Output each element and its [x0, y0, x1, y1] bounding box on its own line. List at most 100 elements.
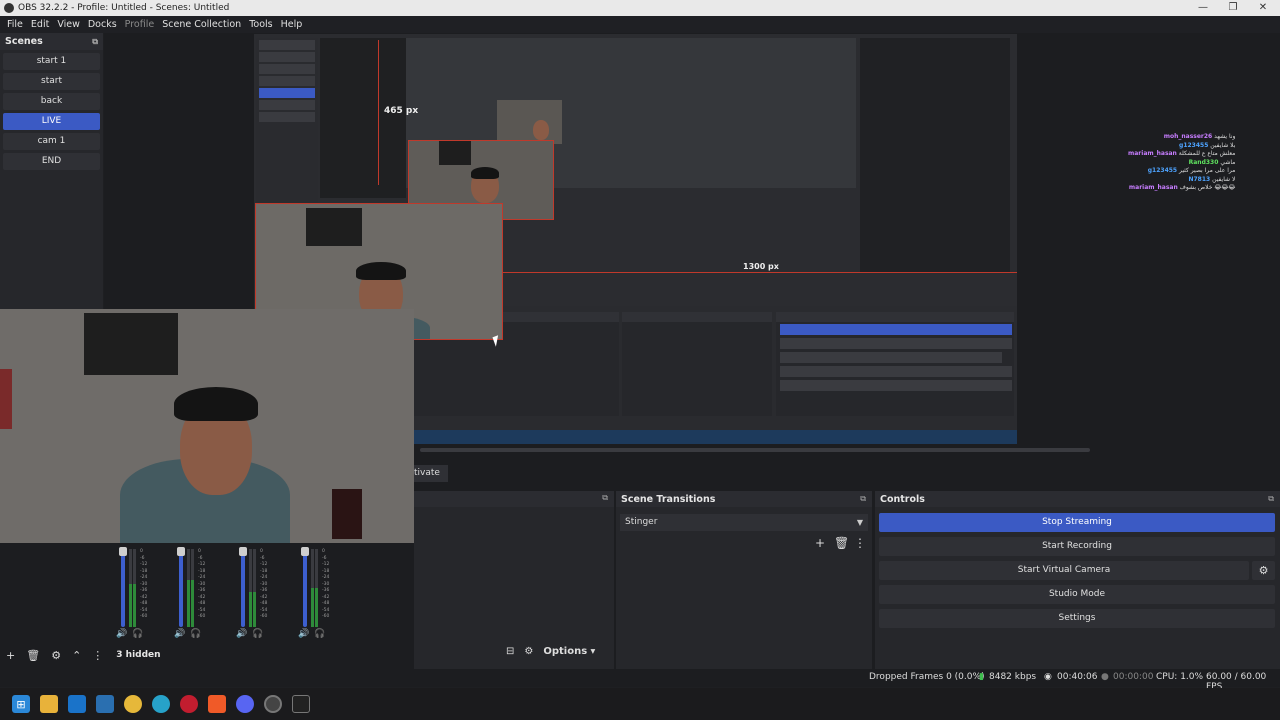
obs-icon[interactable]: [264, 695, 282, 713]
sources-toolbar: + 🗑 ⚙ ⌃ ⋮ 3 hidden: [0, 646, 410, 664]
scene-item-cam-1[interactable]: cam 1: [3, 133, 100, 150]
close-button[interactable]: ✕: [1248, 0, 1278, 16]
file-explorer-icon[interactable]: [40, 695, 58, 713]
monitor-icon[interactable]: 🎧: [314, 629, 325, 639]
meter-tick-label: -36: [198, 588, 206, 593]
brave-icon[interactable]: [208, 695, 226, 713]
menu-help[interactable]: Help: [277, 19, 307, 30]
volume-fader-handle[interactable]: [301, 547, 309, 556]
level-meter: [249, 549, 252, 627]
chat-username: N7813: [1188, 175, 1211, 183]
maximize-button[interactable]: ❐: [1218, 0, 1248, 16]
height-measure-label: 465 px: [384, 106, 419, 116]
undock-icon[interactable]: ⧉: [602, 493, 608, 503]
advanced-audio-icon[interactable]: ⚙: [524, 646, 533, 657]
chrome-icon[interactable]: [124, 695, 142, 713]
monitor-icon[interactable]: 🎧: [252, 629, 263, 639]
remove-source-icon[interactable]: 🗑: [26, 649, 40, 662]
scene-item-live[interactable]: LIVE: [3, 113, 100, 130]
volume-fader[interactable]: [303, 549, 307, 627]
chat-message: مرا على مرا بصير كثير: [1177, 167, 1236, 174]
chevron-down-icon: ▼: [856, 518, 863, 527]
undock-icon[interactable]: ⧉: [92, 37, 98, 47]
mute-icon[interactable]: 🔊: [174, 629, 185, 639]
scene-item-start[interactable]: start: [3, 73, 100, 90]
add-source-icon[interactable]: +: [6, 649, 15, 662]
chat-username: g123455: [1147, 167, 1178, 174]
chat-message: خلاص بشوف 😂😂😂: [1177, 184, 1236, 191]
stop-streaming-button[interactable]: Stop Streaming: [879, 513, 1275, 532]
volume-fader[interactable]: [241, 549, 245, 627]
scene-item-end[interactable]: END: [3, 153, 100, 170]
menu-scene-collection[interactable]: Scene Collection: [158, 19, 245, 30]
mute-icon[interactable]: 🔊: [236, 629, 247, 639]
menu-tools[interactable]: Tools: [245, 19, 276, 30]
minimize-button[interactable]: —: [1188, 0, 1218, 16]
chat-line: Rand330 ماشي: [1128, 158, 1236, 168]
meter-tick-label: -60: [198, 614, 206, 619]
more-options-icon[interactable]: ⋮: [92, 649, 103, 662]
scenes-dock: Scenes ⧉ start 1 start back LIVE cam 1 E…: [0, 33, 103, 309]
app-icon[interactable]: [96, 695, 114, 713]
mixer-layout-icon[interactable]: ⊟: [506, 646, 514, 657]
activate-button[interactable]: tivate: [414, 465, 448, 482]
move-up-icon[interactable]: ⌃: [72, 649, 81, 662]
window-title: OBS 32.2.2 - Profile: Untitled - Scenes:…: [18, 3, 230, 13]
opera-gx-icon[interactable]: [180, 695, 198, 713]
meter-scale: 0 -6 -12 -18 -24 -30 -36 -42 -48 -54 -60: [198, 549, 205, 621]
meter-tick-label: -36: [260, 588, 268, 593]
cpu-usage: CPU: 1.0%: [1156, 672, 1204, 682]
settings-button[interactable]: Settings: [879, 609, 1275, 628]
width-guide-line: [500, 272, 1017, 273]
menu-profile[interactable]: Profile: [121, 19, 159, 30]
webcam-nested-3: [497, 100, 562, 144]
signal-icon: ▮: [979, 672, 984, 682]
volume-fader-handle[interactable]: [177, 547, 185, 556]
volume-fader[interactable]: [179, 549, 183, 627]
edge-icon[interactable]: [152, 695, 170, 713]
menu-view[interactable]: View: [53, 19, 84, 30]
undock-icon[interactable]: ⧉: [1268, 494, 1274, 504]
start-virtual-camera-button[interactable]: Start Virtual Camera: [879, 561, 1249, 580]
start-recording-button[interactable]: Start Recording: [879, 537, 1275, 556]
meter-tick-label: -24: [140, 575, 148, 580]
source-properties-icon[interactable]: ⚙: [51, 649, 61, 662]
monitor-icon[interactable]: 🎧: [190, 629, 201, 639]
menu-docks[interactable]: Docks: [84, 19, 121, 30]
virtual-camera-settings-icon[interactable]: ⚙: [1252, 561, 1275, 580]
meter-scale: 0 -6 -12 -18 -24 -30 -36 -42 -48 -54 -60: [140, 549, 147, 621]
chat-username: Rand330: [1188, 158, 1219, 166]
mixer-toolbar: ⊟ ⚙ Options ▾: [506, 646, 595, 657]
volume-fader-handle[interactable]: [239, 547, 247, 556]
transition-select[interactable]: Stinger ▼: [620, 514, 868, 531]
webcam-main-overlay: [0, 309, 414, 543]
studio-mode-button[interactable]: Studio Mode: [879, 585, 1275, 604]
mixer-options-button[interactable]: Options ▾: [543, 646, 595, 657]
delete-transition-icon[interactable]: 🗑: [834, 537, 849, 549]
mute-icon[interactable]: 🔊: [116, 629, 127, 639]
audio-channel: 0 -6 -12 -18 -24 -30 -36 -42 -48 -54 -60 🔊 🎧: [170, 545, 210, 643]
meter-tick-label: -48: [198, 601, 206, 606]
discord-icon[interactable]: [236, 695, 254, 713]
outlook-icon[interactable]: [68, 695, 86, 713]
obs-logo-icon: [4, 3, 14, 13]
scenes-title: Scenes: [5, 36, 43, 47]
more-options-icon[interactable]: ⋮: [854, 537, 866, 549]
volume-fader[interactable]: [121, 549, 125, 627]
scene-item-start-1[interactable]: start 1: [3, 53, 100, 70]
add-transition-icon[interactable]: +: [814, 537, 826, 549]
windows-start-icon[interactable]: ⊞: [12, 695, 30, 713]
chat-line: g123455 مرا على مرا بصير كثير: [1128, 167, 1236, 176]
volume-fader-handle[interactable]: [119, 547, 127, 556]
preview-horizontal-scrollbar[interactable]: [420, 448, 1090, 452]
mute-icon[interactable]: 🔊: [298, 629, 309, 639]
menu-edit[interactable]: Edit: [27, 19, 53, 30]
meter-tick-label: -24: [198, 575, 206, 580]
scene-item-back[interactable]: back: [3, 93, 100, 110]
audio-channel: 0 -6 -12 -18 -24 -30 -36 -42 -48 -54 -60 🔊 🎧: [112, 545, 152, 643]
epic-games-icon[interactable]: [292, 695, 310, 713]
menu-file[interactable]: File: [3, 19, 27, 30]
monitor-icon[interactable]: 🎧: [132, 629, 143, 639]
stream-time: 00:40:06: [1057, 672, 1098, 682]
undock-icon[interactable]: ⧉: [860, 494, 866, 504]
